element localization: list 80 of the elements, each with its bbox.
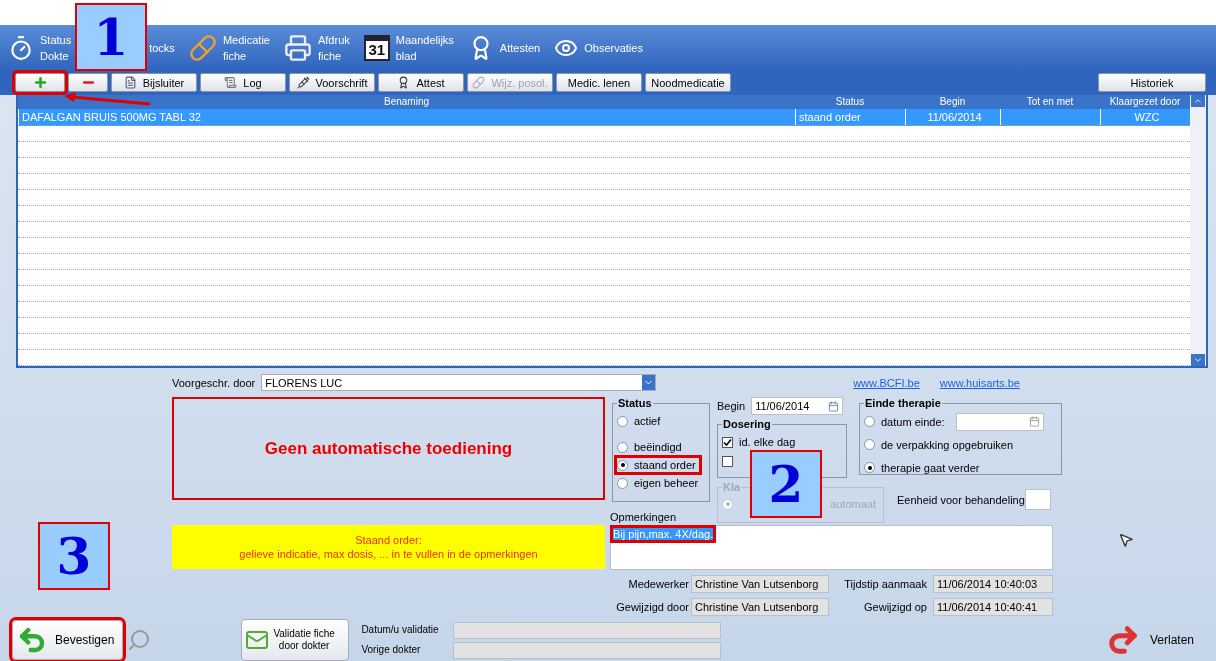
field-label: Tijdstip aanmaak — [843, 577, 927, 591]
toolbar-button[interactable]: Noodmedicatie — [645, 73, 731, 92]
printer-icon — [283, 33, 312, 62]
return-arrow-icon — [17, 625, 47, 655]
syringe-icon — [296, 76, 310, 89]
document-icon — [224, 76, 238, 89]
toolbar-item[interactable]: Afdruk fiche — [283, 31, 350, 64]
status-group: Status actief beëindigd staand order eigen beheer — [612, 397, 710, 502]
read-only-field: Christine Van Lutsenborg — [691, 598, 829, 616]
field-label: Datum/u validatie — [361, 623, 440, 637]
toolbar-button[interactable]: Voorschrift — [289, 73, 375, 92]
remove-button[interactable] — [68, 73, 108, 92]
column-header[interactable]: Begin — [905, 95, 1000, 109]
field-label: Eenheid voor behandeling — [897, 492, 1025, 507]
unit-field[interactable] — [1024, 489, 1051, 510]
status-option[interactable]: beëindigd — [617, 440, 685, 454]
status-option[interactable]: actief — [617, 414, 664, 428]
magnifier-icon[interactable] — [127, 628, 152, 652]
therapy-end-group: Einde therapie datum einde: de verpakking opgebruiken therapie gaat verder — [859, 397, 1062, 475]
column-header[interactable]: Klaargezet door — [1100, 95, 1190, 109]
date-field[interactable]: 11/06/2014 — [751, 397, 844, 415]
scroll-down-icon[interactable] — [1191, 354, 1205, 366]
toolbar-button[interactable]: Log — [200, 73, 286, 92]
scrollbar[interactable] — [1190, 95, 1206, 366]
table-cell: 11/06/2014 — [905, 109, 1000, 125]
column-header[interactable]: Status — [795, 95, 905, 109]
field-label: Medewerker — [628, 577, 689, 591]
prescriber-dropdown[interactable]: FLORENS LUC — [261, 374, 657, 391]
toolbar-item[interactable]: Attesten — [467, 34, 541, 61]
end-option[interactable]: therapie gaat verder — [864, 460, 983, 475]
end-date-field[interactable] — [955, 412, 1044, 431]
read-only-field: Christine Van Lutsenborg — [691, 575, 829, 593]
toolbar-button[interactable]: Attest — [378, 73, 464, 92]
field-label: Voorgeschr. door — [172, 375, 256, 390]
read-only-field: 11/06/2014 10:40:03 — [933, 575, 1053, 593]
calendar-icon[interactable] — [1028, 416, 1040, 427]
dosage-option[interactable]: id. elke dag — [722, 435, 799, 449]
field-label: Begin — [717, 399, 746, 413]
step-callout: 1 — [75, 3, 147, 71]
scroll-up-icon[interactable] — [1191, 95, 1205, 107]
toolbar-item[interactable]: Observaties — [554, 35, 643, 60]
calendar-icon: 31 — [363, 34, 390, 61]
end-option[interactable]: datum einde: — [864, 414, 948, 429]
toolbar-item[interactable]: Status Dokte — [8, 31, 72, 64]
validate-button[interactable]: Validatie fiche door dokter — [241, 619, 350, 661]
table-cell: staand order — [795, 109, 905, 125]
field-label: Opmerkingen — [610, 510, 677, 524]
field-label: Gewijzigd door — [616, 600, 689, 614]
confirm-button[interactable]: Bevestigen — [12, 620, 124, 660]
toolbar-item[interactable]: Medicatie fiche — [188, 31, 270, 64]
toolbar-item[interactable]: tocks — [149, 39, 175, 56]
step-callout: 3 — [38, 522, 110, 590]
add-button[interactable] — [15, 73, 65, 92]
pill-icon — [188, 33, 217, 62]
toolbar-button[interactable]: Medic. lenen — [556, 73, 642, 92]
column-header[interactable]: Tot en met — [1000, 95, 1100, 109]
end-option[interactable]: de verpakking opgebruiken — [864, 437, 1017, 452]
notice-banner: Staand order: gelieve indicatie, max dosis, ... in te vullen in de opmerkingen — [172, 525, 605, 569]
web-link[interactable]: www.huisarts.be — [939, 376, 1020, 389]
plus-icon — [32, 75, 48, 90]
column-header[interactable]: Benaming — [18, 95, 795, 109]
web-link[interactable]: www.BCFI.be — [853, 376, 920, 389]
exit-button[interactable]: Verlaten — [1099, 622, 1200, 658]
envelope-icon — [245, 628, 270, 652]
calendar-icon[interactable] — [828, 400, 840, 412]
toolbar-button[interactable]: Bijsluiter — [111, 73, 197, 92]
field-label: Vorige dokter — [361, 643, 422, 657]
read-only-field: 11/06/2014 10:40:41 — [933, 598, 1053, 616]
status-option[interactable]: staand order — [617, 458, 699, 472]
table-cell: DAFALGAN BRUIS 500MG TABL 32 — [18, 109, 795, 125]
history-button[interactable]: Historiek — [1098, 73, 1206, 92]
status-option[interactable]: eigen beheer — [617, 476, 702, 490]
field-label: Gewijzigd op — [863, 600, 927, 614]
checkmark-icon — [723, 437, 732, 447]
checkbox[interactable] — [722, 436, 733, 448]
pill-icon — [472, 76, 486, 89]
stopwatch-icon — [8, 34, 34, 61]
document-icon — [123, 76, 137, 89]
mouse-cursor-icon — [1118, 532, 1134, 548]
warning-panel: Geen automatische toediening — [172, 397, 605, 500]
